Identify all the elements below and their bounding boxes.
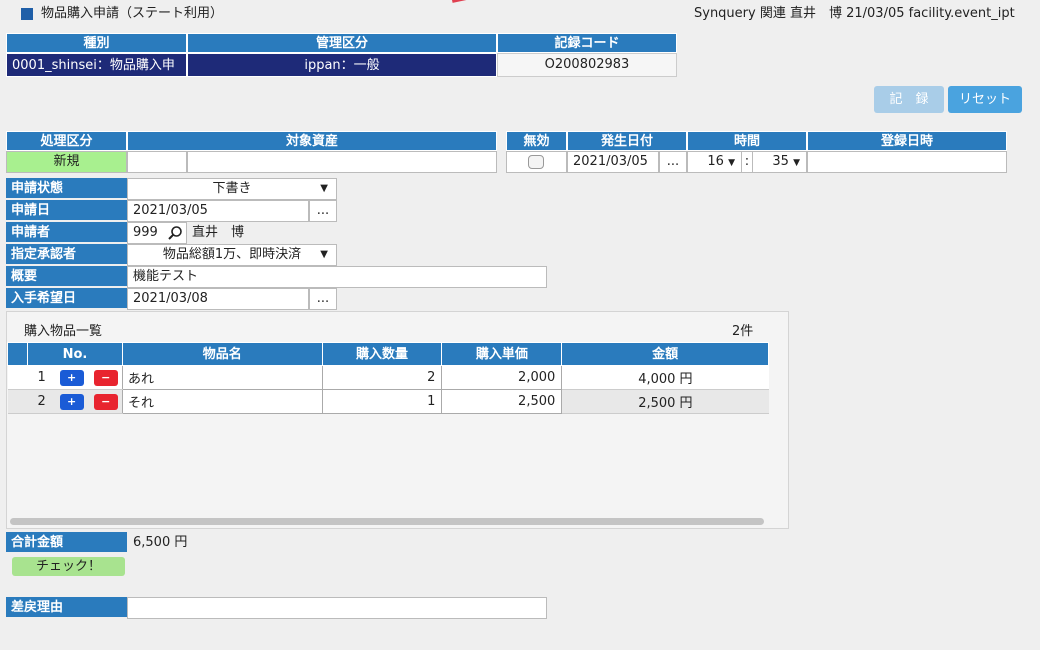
kiroku-code-value: O200802983 [497,53,677,77]
remove-row-button[interactable]: − [93,393,118,410]
summary-input[interactable]: 機能テスト [127,266,547,288]
time-colon: : [742,151,752,173]
mukou-header: 無効 [506,131,567,151]
items-panel: 購入物品一覧 2件 No. 物品名 購入数量 購入単価 金額 1 + − あれ [6,311,789,529]
hour-caret-icon: ▼ [728,158,735,168]
hassei-date-header: 発生日付 [567,131,687,151]
items-count: 2件 [732,324,754,339]
row-qty[interactable]: 1 [321,389,443,414]
search-icon[interactable] [167,225,183,241]
total-label: 合計金額 [6,532,127,553]
minute-value: 35 [772,154,789,169]
approver-caret-icon: ▼ [320,249,328,260]
taisho-shisan-name [187,151,497,173]
hassei-date-picker-button[interactable]: ... [659,151,687,173]
items-col-no: No. [26,342,123,366]
row-amount: 2,500 円 [561,389,769,414]
reset-button[interactable]: リセット [948,86,1022,113]
row-price[interactable]: 2,500 [441,389,563,414]
shubetsu-value: 0001_shinsei：物品購入申 [6,53,187,77]
applicant-label: 申請者 [6,222,127,243]
items-col-price: 購入単価 [441,342,563,366]
approver-select[interactable]: 物品総額1万、即時決済 ▼ [127,244,337,266]
row-no: 1 [37,370,46,385]
desired-date-input[interactable]: 2021/03/08 [127,288,309,310]
status-value: 下書き [212,181,252,196]
hour-select[interactable]: 16 ▼ [687,151,742,173]
shubetsu-header: 種別 [6,33,187,53]
record-button[interactable]: 記 録 [874,86,944,113]
kanri-value: ippan：一般 [187,53,497,77]
application-date-input[interactable]: 2021/03/05 [127,200,309,222]
table-row: 2 + − それ 1 2,500 2,500 円 [7,389,769,414]
horizontal-scrollbar[interactable] [10,518,764,525]
application-date-picker-button[interactable]: ... [309,200,337,222]
row-amount: 4,000 円 [561,365,769,390]
approver-value: 物品総額1万、即時決済 [162,247,302,262]
touroku-nichiji-header: 登録日時 [807,131,1007,151]
hassei-date-input[interactable]: 2021/03/05 [567,151,659,173]
jikan-header: 時間 [687,131,807,151]
add-row-button[interactable]: + [59,393,84,410]
application-date-label: 申請日 [6,200,127,221]
hour-value: 16 [707,154,724,169]
return-reason-input[interactable] [127,597,547,619]
items-col-name: 物品名 [121,342,323,366]
shori-kubun-value: 新規 [6,151,127,173]
status-select[interactable]: 下書き ▼ [127,178,337,200]
row-no: 2 [37,394,46,409]
page-title: 物品購入申請（ステート利用） [41,6,224,21]
total-value: 6,500 円 [133,535,188,550]
row-name[interactable]: あれ [121,365,323,390]
add-row-button[interactable]: + [59,369,84,386]
shori-kubun-header: 処理区分 [6,131,127,151]
items-panel-title: 購入物品一覧 [24,324,103,339]
approver-label: 指定承認者 [6,244,127,265]
kanri-header: 管理区分 [187,33,497,53]
row-no-cell: 2 + − [27,389,123,414]
remove-row-button[interactable]: − [93,369,118,386]
red-pen-mark [452,0,502,3]
mukou-cell [506,151,567,173]
app-square-icon [21,8,33,20]
desired-date-label: 入手希望日 [6,288,127,309]
row-qty[interactable]: 2 [321,365,443,390]
row-gutter [7,365,28,390]
row-name[interactable]: それ [121,389,323,414]
applicant-id: 999 [133,225,158,240]
row-gutter [7,389,28,414]
row-price[interactable]: 2,000 [441,365,563,390]
applicant-id-input[interactable]: 999 [127,222,187,244]
kiroku-code-header: 記録コード [497,33,677,53]
touroku-nichiji-value [807,151,1007,173]
applicant-name: 直井 博 [192,225,245,240]
desired-date-picker-button[interactable]: ... [309,288,337,310]
status-caret-icon: ▼ [320,183,328,194]
summary-label: 概要 [6,266,127,287]
table-row: 1 + − あれ 2 2,000 4,000 円 [7,365,769,390]
items-gutter-header [7,342,28,366]
mukou-checkbox[interactable] [528,155,544,169]
status-label: 申請状態 [6,178,127,199]
return-reason-label: 差戻理由 [6,597,127,618]
items-col-amount: 金額 [561,342,769,366]
items-col-qty: 購入数量 [321,342,443,366]
minute-caret-icon: ▼ [793,158,800,168]
taisho-shisan-header: 対象資産 [127,131,497,151]
check-button[interactable]: チェック！ [12,557,125,576]
row-no-cell: 1 + − [27,365,123,390]
items-table: No. 物品名 購入数量 購入単価 金額 1 + − あれ 2 2,000 4,… [7,342,769,414]
minute-select[interactable]: 35 ▼ [752,151,807,173]
taisho-shisan-code[interactable] [127,151,187,173]
user-info: Synquery 関連 直井 博 21/03/05 facility.event… [694,6,1015,21]
